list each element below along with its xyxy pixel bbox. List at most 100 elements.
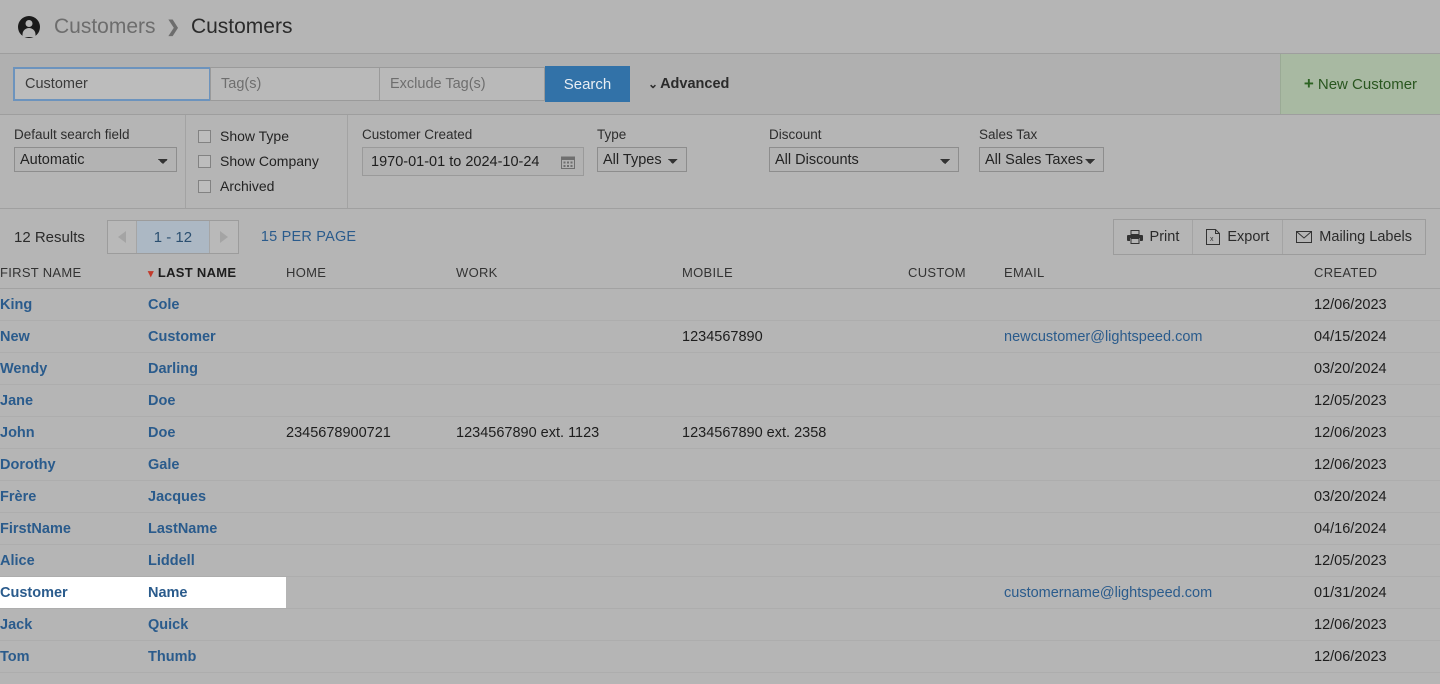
cell-email[interactable]: newcustomer@lightspeed.com: [1004, 321, 1314, 353]
table-row[interactable]: JohnDoe23456789007211234567890 ext. 1123…: [0, 417, 1440, 449]
cell-last-name-link[interactable]: Liddell: [148, 553, 195, 569]
cell-first-name[interactable]: King: [0, 289, 148, 321]
customer-created-daterange-input[interactable]: 1970-01-01 to 2024-10-24: [362, 147, 584, 176]
column-header-home[interactable]: HOME: [286, 265, 456, 289]
cell-first-name[interactable]: John: [0, 417, 148, 449]
tags-input[interactable]: Tag(s): [210, 67, 380, 101]
cell-last-name[interactable]: Name: [148, 577, 286, 609]
sales-tax-select[interactable]: All Sales Taxes: [979, 147, 1104, 172]
table-row[interactable]: DorothyGale12/06/2023: [0, 449, 1440, 481]
cell-email-link[interactable]: customername@lightspeed.com: [1004, 585, 1212, 601]
column-header-email[interactable]: EMAIL: [1004, 265, 1314, 289]
table-row[interactable]: KingCole12/06/2023: [0, 289, 1440, 321]
default-search-field-select[interactable]: Automatic: [14, 147, 177, 172]
cell-first-name[interactable]: New: [0, 321, 148, 353]
cell-first-name-link[interactable]: Wendy: [0, 361, 47, 377]
table-row[interactable]: CustomerNamecustomername@lightspeed.com0…: [0, 577, 1440, 609]
cell-last-name[interactable]: Doe: [148, 385, 286, 417]
cell-last-name[interactable]: Cole: [148, 289, 286, 321]
cell-last-name-link[interactable]: Thumb: [148, 649, 196, 665]
cell-mobile-phone: [682, 353, 908, 385]
column-header-last-name[interactable]: ▾LAST NAME: [148, 265, 286, 289]
cell-last-name-link[interactable]: Doe: [148, 425, 175, 441]
cell-first-name-link[interactable]: Dorothy: [0, 457, 56, 473]
current-page-range[interactable]: 1 - 12: [137, 221, 209, 253]
cell-first-name-link[interactable]: Frère: [0, 489, 36, 505]
exclude-tags-input[interactable]: Exclude Tag(s): [379, 67, 545, 101]
cell-first-name[interactable]: Tom: [0, 641, 148, 673]
new-customer-button[interactable]: + New Customer: [1280, 54, 1440, 114]
search-button[interactable]: Search: [545, 66, 630, 102]
cell-mobile-phone: [682, 577, 908, 609]
table-row[interactable]: FrèreJacques03/20/2024: [0, 481, 1440, 513]
cell-last-name-link[interactable]: Jacques: [148, 489, 206, 505]
cell-first-name-link[interactable]: John: [0, 425, 35, 441]
column-header-custom[interactable]: CUSTOM: [908, 265, 1004, 289]
next-page-button[interactable]: [209, 221, 238, 253]
breadcrumb-parent[interactable]: Customers: [54, 15, 156, 39]
cell-first-name-link[interactable]: King: [0, 297, 32, 313]
table-row[interactable]: WendyDarling03/20/2024: [0, 353, 1440, 385]
column-header-work[interactable]: WORK: [456, 265, 682, 289]
cell-first-name-link[interactable]: New: [0, 329, 30, 345]
cell-last-name-link[interactable]: Cole: [148, 297, 179, 313]
type-select[interactable]: All Types: [597, 147, 687, 172]
cell-last-name-link[interactable]: Darling: [148, 361, 198, 377]
cell-last-name-link[interactable]: Gale: [148, 457, 179, 473]
cell-home-phone: [286, 641, 456, 673]
export-button[interactable]: x Export: [1192, 220, 1282, 254]
cell-first-name[interactable]: Jack: [0, 609, 148, 641]
customer-search-input[interactable]: Customer: [13, 67, 211, 101]
table-row[interactable]: FirstNameLastName04/16/2024: [0, 513, 1440, 545]
cell-first-name-link[interactable]: Jane: [0, 393, 33, 409]
discount-select[interactable]: All Discounts: [769, 147, 959, 172]
table-row[interactable]: TomThumb12/06/2023: [0, 641, 1440, 673]
cell-last-name-link[interactable]: Quick: [148, 617, 188, 633]
cell-first-name[interactable]: FirstName: [0, 513, 148, 545]
cell-mobile-phone: [682, 641, 908, 673]
cell-last-name[interactable]: Doe: [148, 417, 286, 449]
cell-last-name[interactable]: LastName: [148, 513, 286, 545]
cell-last-name[interactable]: Jacques: [148, 481, 286, 513]
cell-first-name-link[interactable]: Jack: [0, 617, 32, 633]
cell-last-name-link[interactable]: Customer: [148, 329, 216, 345]
cell-last-name[interactable]: Liddell: [148, 545, 286, 577]
cell-last-name-link[interactable]: LastName: [148, 521, 217, 537]
previous-page-button[interactable]: [108, 221, 137, 253]
table-row[interactable]: AliceLiddell12/05/2023: [0, 545, 1440, 577]
cell-first-name-link[interactable]: Tom: [0, 649, 30, 665]
cell-last-name[interactable]: Thumb: [148, 641, 286, 673]
print-button[interactable]: Print: [1114, 220, 1193, 254]
show-company-label: Show Company: [220, 153, 319, 169]
advanced-toggle[interactable]: ⌄Advanced: [648, 76, 729, 92]
cell-last-name[interactable]: Gale: [148, 449, 286, 481]
cell-first-name-link[interactable]: Alice: [0, 553, 35, 569]
show-type-checkbox[interactable]: Show Type: [198, 128, 333, 144]
table-row[interactable]: JaneDoe12/05/2023: [0, 385, 1440, 417]
column-header-first-name[interactable]: FIRST NAME: [0, 265, 148, 289]
cell-first-name[interactable]: Frère: [0, 481, 148, 513]
cell-email-link[interactable]: newcustomer@lightspeed.com: [1004, 329, 1202, 345]
customer-created-value: 1970-01-01 to 2024-10-24: [371, 154, 540, 170]
cell-first-name[interactable]: Customer: [0, 577, 148, 609]
cell-first-name[interactable]: Jane: [0, 385, 148, 417]
per-page-button[interactable]: 15 PER PAGE: [261, 229, 356, 245]
cell-first-name[interactable]: Dorothy: [0, 449, 148, 481]
cell-first-name-link[interactable]: Customer: [0, 585, 68, 601]
cell-last-name[interactable]: Quick: [148, 609, 286, 641]
cell-email[interactable]: customername@lightspeed.com: [1004, 577, 1314, 609]
table-row[interactable]: JackQuick12/06/2023: [0, 609, 1440, 641]
mailing-labels-button[interactable]: Mailing Labels: [1282, 220, 1425, 254]
show-company-checkbox[interactable]: Show Company: [198, 153, 333, 169]
column-header-mobile[interactable]: MOBILE: [682, 265, 908, 289]
cell-last-name-link[interactable]: Doe: [148, 393, 175, 409]
archived-checkbox[interactable]: Archived: [198, 178, 333, 194]
column-header-created[interactable]: CREATED: [1314, 265, 1440, 289]
cell-first-name-link[interactable]: FirstName: [0, 521, 71, 537]
table-row[interactable]: NewCustomer1234567890newcustomer@lightsp…: [0, 321, 1440, 353]
cell-first-name[interactable]: Wendy: [0, 353, 148, 385]
cell-last-name-link[interactable]: Name: [148, 585, 188, 601]
cell-last-name[interactable]: Darling: [148, 353, 286, 385]
cell-last-name[interactable]: Customer: [148, 321, 286, 353]
cell-first-name[interactable]: Alice: [0, 545, 148, 577]
